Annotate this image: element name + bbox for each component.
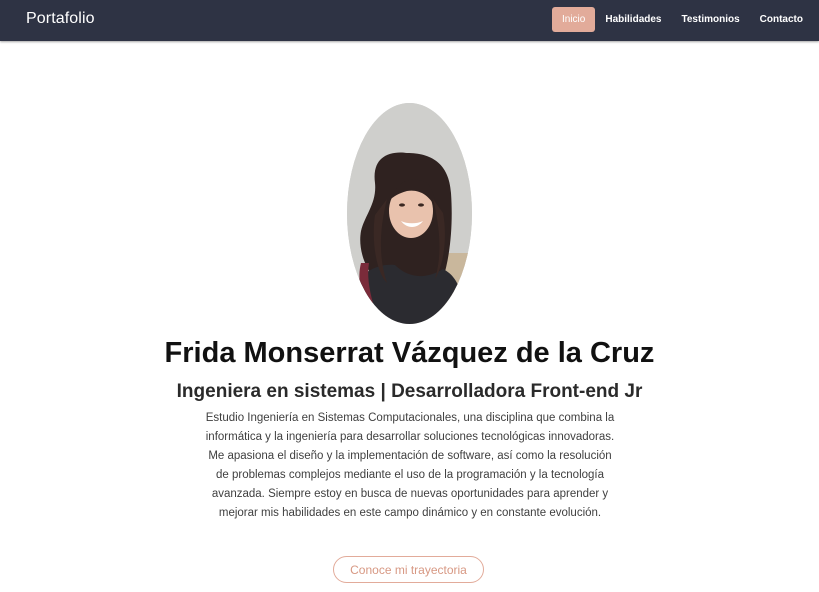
- nav-link-contacto[interactable]: Contacto: [750, 7, 813, 32]
- brand-title[interactable]: Portafolio: [26, 10, 95, 28]
- nav-link-habilidades[interactable]: Habilidades: [595, 7, 671, 32]
- nav-links: Inicio Habilidades Testimonios Contacto: [552, 7, 813, 32]
- top-navbar: Portafolio Inicio Habilidades Testimonio…: [0, 0, 819, 41]
- hero-name: Frida Monserrat Vázquez de la Cruz: [164, 337, 655, 369]
- hero-bio: Estudio Ingeniería en Sistemas Computaci…: [205, 412, 615, 519]
- nav-link-inicio[interactable]: Inicio: [552, 7, 596, 32]
- trajectory-button[interactable]: Conoce mi trayectoria: [333, 556, 484, 583]
- hero-role: Ingeniera en sistemas | Desarrolladora F…: [176, 381, 643, 402]
- nav-link-testimonios[interactable]: Testimonios: [672, 7, 750, 32]
- profile-photo: [347, 103, 472, 324]
